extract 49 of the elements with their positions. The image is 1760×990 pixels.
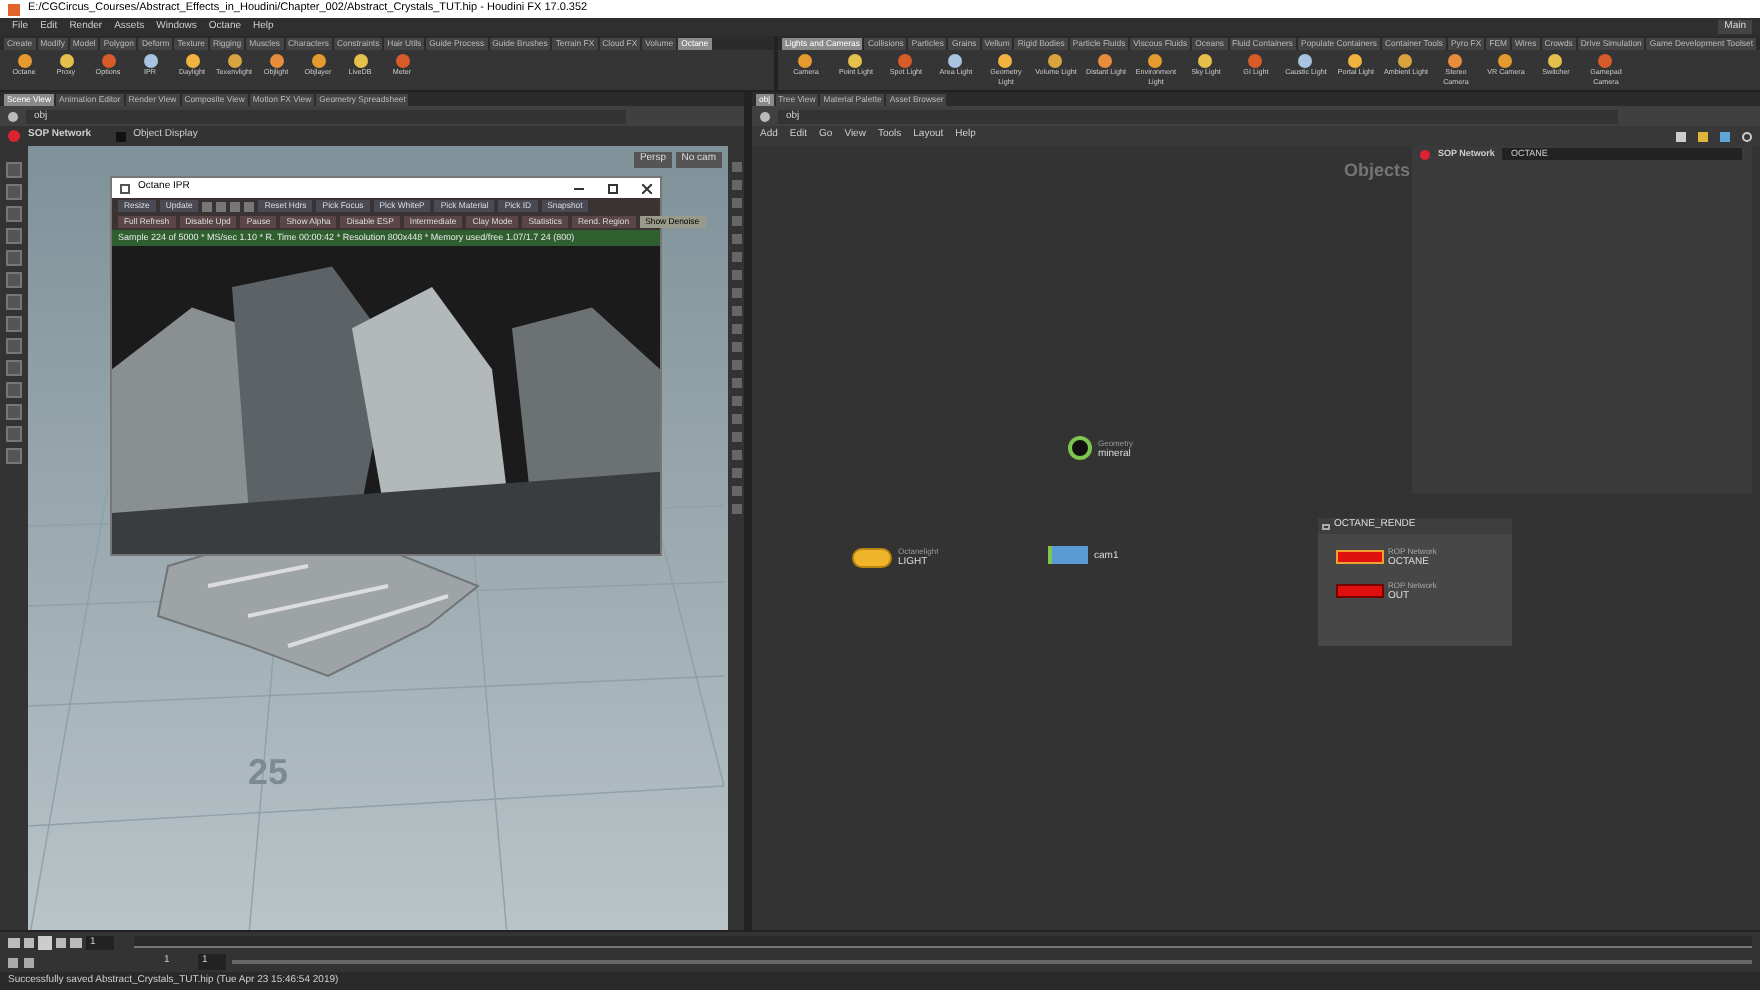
stop-icon[interactable]	[38, 935, 52, 949]
tool-icon[interactable]	[353, 54, 367, 68]
tool-icon[interactable]	[1098, 54, 1113, 68]
tool-icon[interactable]	[185, 54, 199, 68]
app-icon	[8, 3, 20, 15]
search-icon[interactable]	[1742, 131, 1752, 141]
tool-icon[interactable]	[227, 54, 241, 68]
tool-icon[interactable]	[1298, 54, 1313, 68]
tool-icon[interactable]	[17, 54, 31, 68]
tool-icon[interactable]	[1198, 54, 1213, 68]
tool-icon[interactable]	[269, 54, 283, 68]
tool-icon[interactable]	[798, 54, 813, 68]
network-icon	[8, 130, 20, 142]
toolbar-icon[interactable]	[1698, 131, 1708, 141]
ipr-app-icon	[120, 183, 130, 193]
light-node-icon[interactable]	[852, 547, 892, 567]
tool-icon[interactable]	[848, 54, 863, 68]
tool-icon[interactable]	[1148, 54, 1163, 68]
tool-icon[interactable]	[1398, 54, 1413, 68]
tool-icon[interactable]	[311, 54, 325, 68]
geometry-node-icon[interactable]	[1068, 436, 1092, 460]
tool-icon[interactable]	[1448, 54, 1463, 68]
rop-node-icon[interactable]	[1336, 550, 1384, 564]
maximize-icon[interactable]	[608, 183, 618, 193]
toolbar-icon[interactable]	[1720, 131, 1730, 141]
toolbar-icon[interactable]	[1676, 131, 1686, 141]
tool-icon[interactable]	[59, 54, 73, 68]
network-icon	[1420, 149, 1430, 159]
camera-node-icon[interactable]	[1048, 546, 1088, 564]
tool-icon[interactable]	[1548, 54, 1563, 68]
viewport[interactable]	[28, 146, 728, 930]
tool-icon[interactable]	[395, 54, 409, 68]
tool-icon[interactable]	[1498, 54, 1513, 68]
tool-icon[interactable]	[998, 54, 1013, 68]
tool-icon[interactable]	[101, 54, 115, 68]
context-label: Objects	[1344, 158, 1411, 184]
tool-icon[interactable]	[948, 54, 963, 68]
tool-icon[interactable]	[898, 54, 913, 68]
collapse-icon[interactable]	[1322, 523, 1330, 529]
tool-icon[interactable]	[1248, 54, 1263, 68]
close-icon[interactable]	[642, 183, 652, 193]
minimize-icon[interactable]	[574, 187, 584, 189]
tool-icon[interactable]	[143, 54, 157, 68]
tool-icon[interactable]	[1048, 54, 1063, 68]
tool-icon[interactable]	[1348, 54, 1363, 68]
rop-node-icon[interactable]	[1336, 584, 1384, 598]
display-icon	[115, 131, 126, 141]
tool-icon[interactable]	[1598, 54, 1613, 68]
timeline-track[interactable]	[134, 936, 1752, 948]
